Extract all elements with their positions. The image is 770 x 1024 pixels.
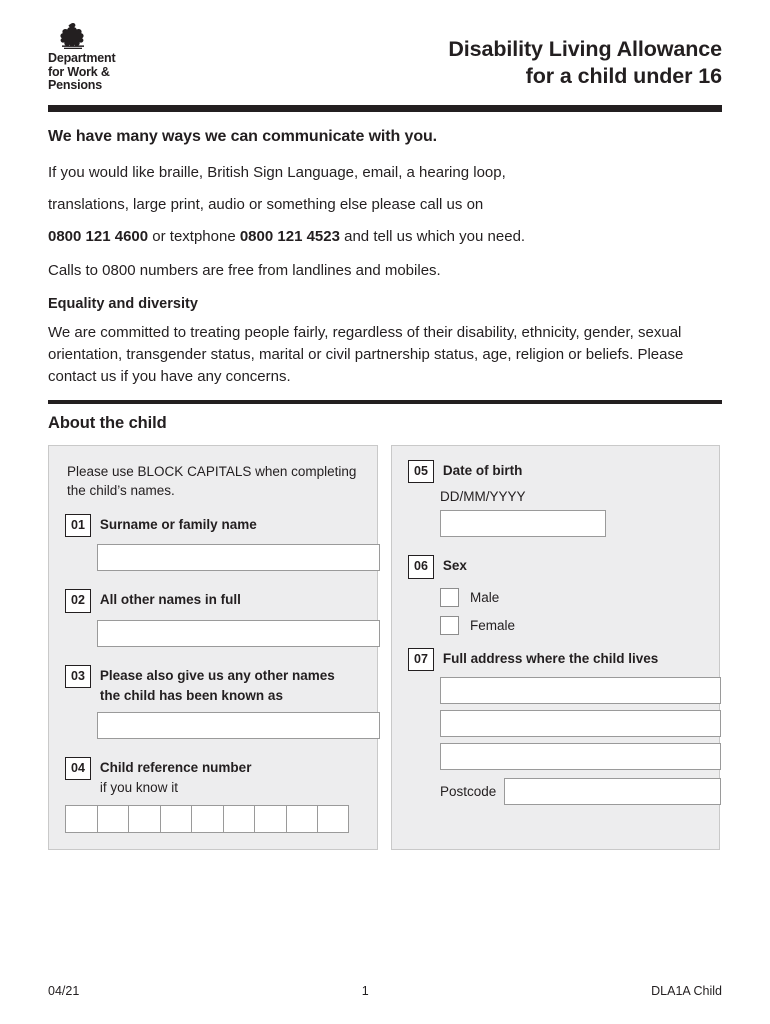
question-05-label: Date of birth bbox=[442, 462, 523, 478]
char-cell[interactable] bbox=[222, 804, 254, 833]
phone-number-textphone: 0800 121 4523 bbox=[239, 227, 340, 245]
communications-para-1: If you would like braille, British Sign … bbox=[48, 163, 506, 181]
sex-option-male[interactable]: Male bbox=[440, 587, 703, 607]
known-as-field-wrap bbox=[97, 711, 380, 739]
phone-number-primary: 0800 121 4600 bbox=[48, 227, 149, 245]
sex-male-label: Male bbox=[470, 589, 500, 605]
royal-crest-icon bbox=[60, 23, 84, 49]
child-reference-number-input[interactable] bbox=[65, 804, 361, 833]
communications-section: We have many ways we can communicate wit… bbox=[48, 112, 722, 388]
question-04-label-group: Child reference number if you know it bbox=[100, 757, 252, 797]
page-header: Department for Work & Pensions Disabilit… bbox=[48, 0, 722, 93]
question-06-number: 06 bbox=[408, 555, 434, 579]
document-page: Department for Work & Pensions Disabilit… bbox=[0, 0, 770, 1024]
question-07-number: 07 bbox=[408, 647, 434, 671]
form-title-line-1: Disability Living Allowance bbox=[448, 37, 722, 61]
form-title: Disability Living Allowance for a child … bbox=[448, 22, 722, 90]
communications-para-3: Calls to 0800 numbers are free from land… bbox=[48, 261, 441, 279]
postcode-row: Postcode bbox=[440, 778, 721, 805]
question-01: 01 Surname or family name bbox=[65, 513, 361, 537]
char-cell[interactable] bbox=[65, 804, 97, 833]
communications-heading: We have many ways we can communicate wit… bbox=[48, 127, 438, 145]
dwp-logo-line-3: Pensions bbox=[48, 78, 102, 92]
question-02-number: 02 bbox=[65, 589, 91, 613]
communications-para-2: translations, large print, audio or some… bbox=[48, 194, 722, 216]
sex-female-checkbox[interactable] bbox=[440, 615, 459, 635]
question-01-number: 01 bbox=[65, 513, 91, 537]
phone-suffix: and tell us which you need. bbox=[339, 227, 526, 245]
question-05: 05 Date of birth bbox=[408, 459, 703, 483]
surname-field-wrap bbox=[97, 544, 380, 571]
question-03-label-line-1: Please also give us any other names bbox=[99, 667, 335, 683]
form-title-line-2: for a child under 16 bbox=[525, 64, 722, 88]
date-of-birth-hint: DD/MM/YYYY bbox=[440, 489, 526, 504]
other-names-field-wrap bbox=[97, 619, 380, 647]
date-of-birth-input[interactable] bbox=[440, 510, 606, 537]
question-04-number: 04 bbox=[65, 756, 91, 780]
sex-option-female[interactable]: Female bbox=[440, 615, 703, 635]
address-line-1-input[interactable] bbox=[440, 677, 721, 704]
surname-input[interactable] bbox=[97, 544, 380, 571]
equality-heading: Equality and diversity bbox=[48, 295, 198, 312]
communications-para-2-text: translations, large print, audio or some… bbox=[48, 195, 484, 213]
block-capitals-instruction: Please use BLOCK CAPITALS when completin… bbox=[67, 463, 357, 498]
question-02: 02 All other names in full bbox=[65, 589, 361, 613]
question-03-number: 03 bbox=[65, 664, 91, 688]
sex-female-label: Female bbox=[470, 617, 516, 633]
char-cell[interactable] bbox=[254, 804, 286, 833]
page-title: About the child bbox=[48, 413, 167, 432]
question-03: 03 Please also give us any other names t… bbox=[65, 664, 361, 705]
question-04: 04 Child reference number if you know it bbox=[65, 756, 361, 797]
question-06-label: Sex bbox=[442, 558, 467, 573]
question-07-label: Full address where the child lives bbox=[442, 650, 659, 666]
question-04-hint: if you know it bbox=[99, 779, 178, 795]
known-as-input[interactable] bbox=[97, 711, 380, 739]
phone-connector: or textphone bbox=[148, 227, 240, 245]
dwp-logo-line-2: for Work & bbox=[48, 64, 110, 79]
char-cell[interactable] bbox=[191, 804, 223, 833]
child-details-panel: 05 Date of birth DD/MM/YYYY 06 Sex Male … bbox=[391, 444, 721, 850]
page-footer: 04/21 1 DLA1A Child bbox=[48, 984, 722, 998]
dwp-logo: Department for Work & Pensions bbox=[48, 22, 116, 93]
char-cell[interactable] bbox=[317, 804, 349, 833]
footer-form-code: DLA1A Child bbox=[651, 984, 722, 998]
char-cell[interactable] bbox=[128, 804, 160, 833]
date-of-birth-field-wrap bbox=[440, 510, 606, 537]
question-06: 06 Sex bbox=[408, 555, 703, 579]
form-columns: Please use BLOCK CAPITALS when completin… bbox=[48, 444, 722, 850]
char-cell[interactable] bbox=[96, 804, 128, 833]
address-line-2-input[interactable] bbox=[440, 710, 721, 737]
postcode-label: Postcode bbox=[440, 784, 497, 799]
question-01-label: Surname or family name bbox=[99, 516, 257, 532]
child-names-panel: Please use BLOCK CAPITALS when completin… bbox=[48, 444, 380, 850]
dwp-logo-line-1: Department bbox=[48, 51, 116, 65]
question-03-label-line-2: the child has been known as bbox=[99, 687, 283, 703]
sex-male-checkbox[interactable] bbox=[440, 587, 459, 607]
equality-body: We are committed to treating people fair… bbox=[48, 323, 684, 385]
question-05-number: 05 bbox=[408, 459, 434, 483]
char-cell[interactable] bbox=[285, 804, 317, 833]
address-field-group: Postcode bbox=[440, 677, 721, 805]
question-03-label-group: Please also give us any other names the … bbox=[100, 665, 335, 705]
section-divider bbox=[48, 399, 722, 404]
other-names-input[interactable] bbox=[97, 619, 380, 647]
question-07: 07 Full address where the child lives bbox=[408, 647, 703, 671]
header-divider bbox=[48, 104, 722, 112]
address-line-3-input[interactable] bbox=[440, 743, 721, 770]
footer-page-number: 1 bbox=[361, 984, 369, 998]
postcode-input[interactable] bbox=[504, 778, 721, 805]
question-04-label: Child reference number bbox=[99, 759, 252, 775]
char-cell[interactable] bbox=[159, 804, 191, 833]
footer-date: 04/21 bbox=[48, 984, 80, 998]
question-02-label: All other names in full bbox=[99, 592, 241, 607]
communications-phone-line: 0800 121 4600 or textphone 0800 121 4523… bbox=[48, 226, 722, 248]
